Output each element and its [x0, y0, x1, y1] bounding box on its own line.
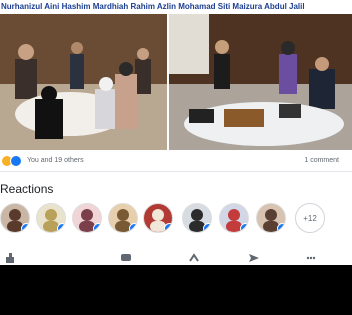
like-reaction-icon — [10, 155, 22, 167]
comment-icon[interactable] — [120, 252, 132, 264]
reaction-summary-bar: You and 19 others 1 comment — [0, 152, 352, 170]
like-badge-icon — [93, 223, 101, 232]
reactor-avatar[interactable] — [256, 203, 286, 233]
reactor-avatar[interactable] — [143, 203, 173, 233]
photo-right[interactable] — [169, 14, 352, 150]
post-card: Nurhanizul Aini Hashim Mardhiah Rahim Az… — [0, 0, 352, 265]
like-badge-icon — [203, 223, 211, 232]
like-badge-icon — [129, 223, 137, 232]
tagged-names[interactable]: Nurhanizul Aini Hashim Mardhiah Rahim Az… — [0, 0, 352, 14]
reaction-avatars-row: +12 — [0, 203, 352, 239]
reactions-title: Reactions — [0, 182, 54, 196]
reaction-count[interactable]: You and 19 others — [27, 157, 84, 164]
reactor-avatar[interactable] — [36, 203, 66, 233]
like-icon[interactable] — [4, 252, 16, 264]
photo-left[interactable] — [0, 14, 167, 150]
reactor-avatar[interactable] — [72, 203, 102, 233]
more-reactors-button[interactable]: +12 — [295, 203, 325, 233]
action-toolbar — [0, 252, 352, 265]
share-icon[interactable] — [188, 252, 200, 264]
bottom-black-area — [0, 265, 352, 315]
send-icon[interactable] — [248, 252, 260, 264]
photo-right-scene — [169, 14, 352, 150]
reactor-avatar[interactable] — [108, 203, 138, 233]
like-badge-icon — [21, 223, 29, 232]
reaction-icons[interactable] — [2, 155, 24, 167]
section-divider — [0, 171, 352, 172]
photo-left-scene — [0, 14, 167, 150]
like-badge-icon — [240, 223, 248, 232]
reactor-avatar[interactable] — [0, 203, 30, 233]
comments-count[interactable]: 1 comment — [304, 157, 339, 164]
like-badge-icon — [57, 223, 65, 232]
like-badge-icon — [164, 223, 172, 232]
reactor-avatar[interactable] — [182, 203, 212, 233]
reactor-avatar[interactable] — [219, 203, 249, 233]
like-badge-icon — [277, 223, 285, 232]
more-options-icon[interactable] — [305, 252, 317, 264]
photo-grid[interactable] — [0, 14, 352, 150]
